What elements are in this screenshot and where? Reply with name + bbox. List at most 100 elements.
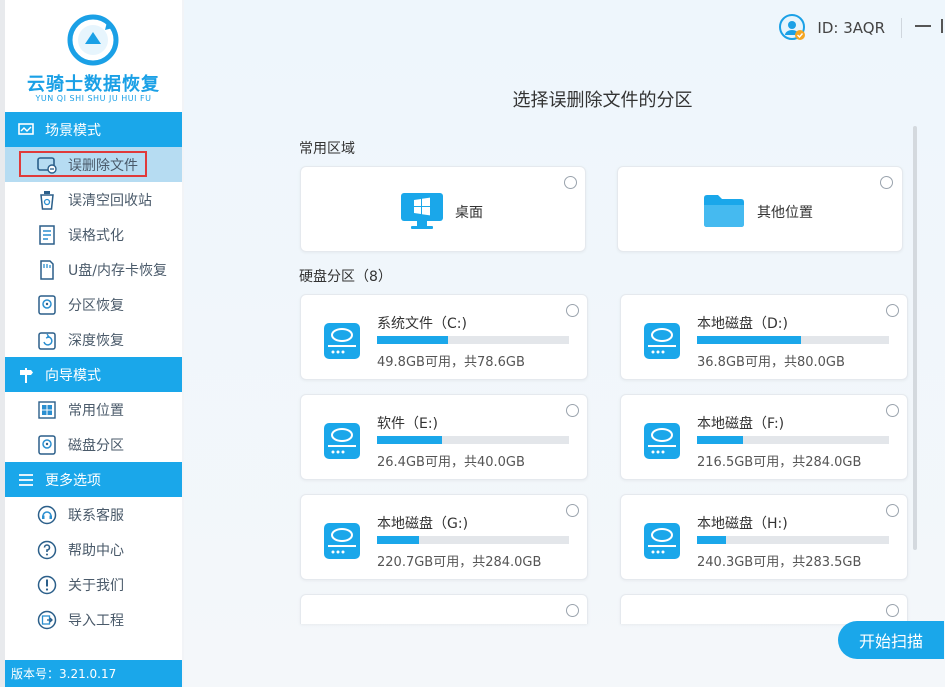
disk-usage-bar — [377, 536, 569, 544]
user-avatar-icon — [779, 14, 806, 40]
version-label: 版本号：3.21.0.17 — [5, 660, 182, 687]
disk-card[interactable]: 软件（E:) 26.4GB可用，共40.0GB — [300, 394, 588, 480]
disk-radio[interactable] — [886, 304, 899, 317]
sidebar-item-disk-partition[interactable]: 磁盘分区 — [5, 427, 182, 462]
minimize-button[interactable] — [913, 16, 933, 36]
page-title: 选择误删除文件的分区 — [512, 90, 693, 111]
location-radio[interactable] — [564, 176, 577, 189]
sidebar-item-about-us[interactable]: 关于我们 — [5, 567, 182, 602]
sidebar-item-recycle-bin[interactable]: 误清空回收站 — [5, 182, 182, 217]
sidebar-item-label: 误格式化 — [68, 227, 124, 244]
usb-card-icon — [37, 259, 57, 280]
sidebar-item-label: 联系客服 — [68, 507, 124, 524]
sidebar-item-label: U盘/内存卡恢复 — [68, 262, 167, 279]
main-panel: ID: 3AQR 选择误删除文件的分区 常用区域 桌面 其他位置 硬盘分区（8）… — [184, 0, 945, 687]
sidebar-item-usb-card[interactable]: U盘/内存卡恢复 — [5, 252, 182, 287]
disk-size: 216.5GB可用，共284.0GB — [697, 455, 862, 470]
disk-card[interactable]: 本地磁盘（D:) 36.8GB可用，共80.0GB — [620, 294, 908, 380]
sidebar-item-deep-recovery[interactable]: 深度恢复 — [5, 322, 182, 357]
recycle-bin-icon — [37, 190, 57, 210]
hard-disk-icon — [643, 522, 681, 560]
section-title: 场景模式 — [45, 122, 101, 139]
disk-size: 36.8GB可用，共80.0GB — [697, 355, 845, 370]
location-radio[interactable] — [880, 176, 893, 189]
section-guide-mode: 向导模式 — [5, 357, 182, 392]
disk-radio[interactable] — [566, 604, 579, 617]
app-logo-icon — [67, 14, 119, 66]
disk-name: 系统文件（C:) — [377, 316, 467, 332]
sidebar-item-import-project[interactable]: 导入工程 — [5, 602, 182, 637]
location-label: 其他位置 — [757, 205, 813, 221]
disk-radio[interactable] — [886, 504, 899, 517]
section-title: 更多选项 — [45, 472, 101, 489]
disk-usage-bar — [697, 336, 889, 344]
disk-size: 220.7GB可用，共284.0GB — [377, 555, 542, 570]
question-icon — [37, 540, 57, 560]
section-scene-mode: 场景模式 — [5, 112, 182, 147]
location-card-desktop[interactable]: 桌面 — [300, 166, 586, 252]
hard-disk-icon — [323, 322, 361, 360]
sidebar-item-label: 深度恢复 — [68, 332, 124, 349]
sidebar-item-partition[interactable]: 分区恢复 — [5, 287, 182, 322]
sidebar: 云骑士数据恢复 YUN QI SHI SHU JU HUI FU 场景模式 误删… — [5, 0, 182, 687]
disk-card-partial[interactable] — [300, 594, 588, 624]
user-id: ID: 3AQR — [817, 19, 885, 37]
section-title: 向导模式 — [45, 367, 101, 384]
disk-card[interactable]: 本地磁盘（G:) 220.7GB可用，共284.0GB — [300, 494, 588, 580]
disk-radio[interactable] — [886, 404, 899, 417]
headset-icon — [37, 505, 57, 525]
disk-radio[interactable] — [566, 304, 579, 317]
disk-usage-bar — [377, 436, 569, 444]
disk-radio[interactable] — [566, 404, 579, 417]
highlight-outline — [19, 151, 147, 177]
sidebar-item-label: 导入工程 — [68, 612, 124, 629]
sidebar-item-deleted-files[interactable]: 误删除文件 — [5, 147, 182, 182]
menu-lines-icon — [17, 471, 35, 489]
disk-card[interactable]: 本地磁盘（H:) 240.3GB可用，共283.5GB — [620, 494, 908, 580]
disk-radio[interactable] — [886, 604, 899, 617]
disk-card[interactable]: 系统文件（C:) 49.8GB可用，共78.6GB — [300, 294, 588, 380]
disk-usage-bar — [697, 536, 889, 544]
disk-section-label: 硬盘分区（8） — [299, 269, 392, 285]
location-label: 桌面 — [455, 205, 483, 221]
start-scan-button[interactable]: 开始扫描 — [838, 621, 944, 659]
scene-mode-icon — [17, 121, 35, 139]
disk-name: 本地磁盘（H:) — [697, 516, 788, 532]
disk-radio[interactable] — [566, 504, 579, 517]
disk-usage-fill — [377, 336, 449, 344]
sidebar-item-label: 磁盘分区 — [68, 437, 124, 454]
info-icon — [37, 575, 57, 595]
sidebar-item-label: 帮助中心 — [68, 542, 124, 559]
maximize-button[interactable] — [941, 19, 945, 33]
deep-recovery-icon — [37, 330, 57, 350]
sidebar-item-format[interactable]: 误格式化 — [5, 217, 182, 252]
import-icon — [37, 610, 57, 630]
folder-icon — [704, 195, 744, 227]
disk-name: 软件（E:) — [377, 416, 439, 432]
common-section-label: 常用区域 — [299, 141, 355, 157]
logo-text-en: YUN QI SHI SHU JU HUI FU — [35, 94, 152, 103]
minimize-icon — [915, 25, 931, 27]
logo-text-cn: 云骑士数据恢复 — [27, 74, 160, 95]
sidebar-item-help-center[interactable]: 帮助中心 — [5, 532, 182, 567]
disk-partition-icon — [37, 434, 57, 455]
disk-size: 49.8GB可用，共78.6GB — [377, 355, 525, 370]
guide-mode-icon — [17, 366, 35, 384]
sidebar-item-label: 误清空回收站 — [68, 192, 152, 209]
disk-name: 本地磁盘（F:) — [697, 416, 785, 432]
hard-disk-icon — [643, 422, 681, 460]
scrollbar[interactable] — [913, 126, 917, 550]
sidebar-item-label: 常用位置 — [68, 402, 124, 419]
disk-size: 240.3GB可用，共283.5GB — [697, 555, 862, 570]
sidebar-item-label: 关于我们 — [68, 577, 124, 594]
disk-card[interactable]: 本地磁盘（F:) 216.5GB可用，共284.0GB — [620, 394, 908, 480]
disk-size: 26.4GB可用，共40.0GB — [377, 455, 525, 470]
disk-card-partial[interactable] — [620, 594, 908, 624]
section-more-options: 更多选项 — [5, 462, 182, 497]
windows-icon — [37, 400, 57, 420]
user-account[interactable]: ID: 3AQR — [779, 14, 885, 42]
sidebar-item-common-locations[interactable]: 常用位置 — [5, 392, 182, 427]
location-card-other[interactable]: 其他位置 — [617, 166, 903, 252]
disk-usage-fill — [697, 336, 801, 344]
sidebar-item-contact-support[interactable]: 联系客服 — [5, 497, 182, 532]
